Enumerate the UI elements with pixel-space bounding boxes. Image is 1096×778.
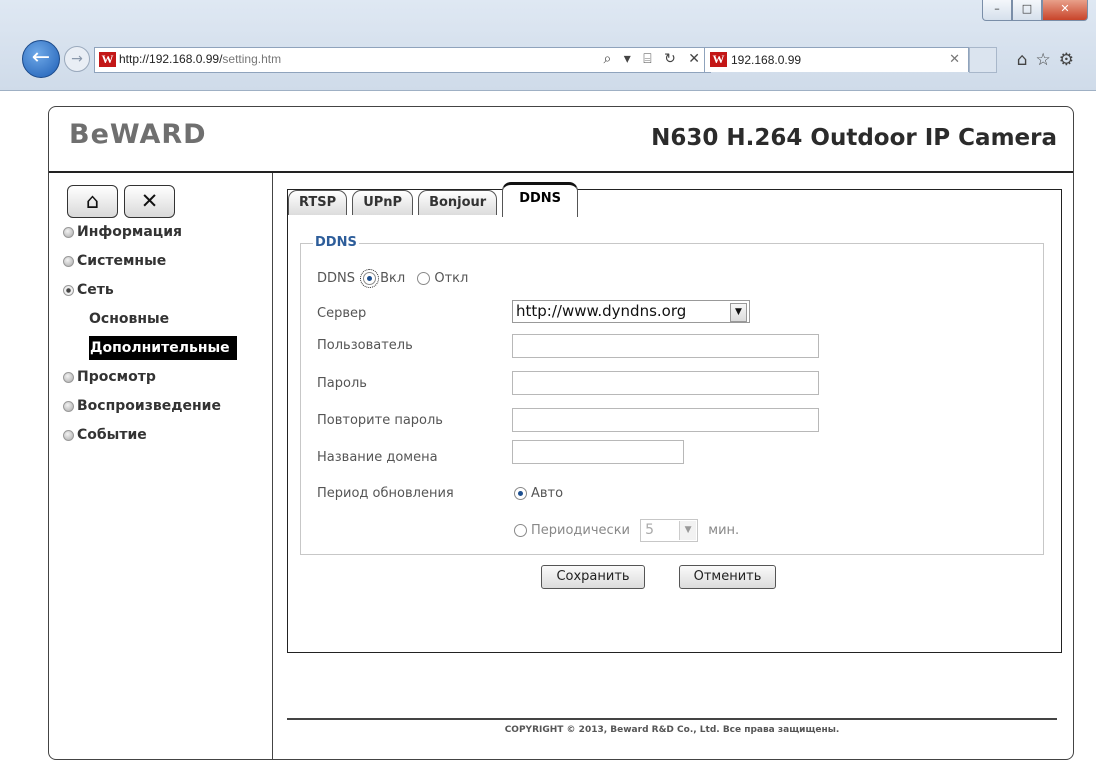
tab-ddns[interactable]: DDNS <box>502 182 579 217</box>
tab-rtsp[interactable]: RTSP <box>288 190 348 215</box>
settings-button[interactable]: ✕ <box>124 185 175 218</box>
cancel-button[interactable]: Отменить <box>679 565 776 589</box>
repeat-password-input[interactable] <box>512 408 819 432</box>
password-input[interactable] <box>512 371 819 395</box>
sidebar-item-label: Событие <box>77 427 147 443</box>
chevron-down-icon: ▼ <box>730 303 747 322</box>
sidebar-item-label: Просмотр <box>77 369 156 385</box>
sidebar-item-view[interactable]: Просмотр <box>63 363 268 392</box>
minutes-unit-label: мин. <box>708 523 740 538</box>
browser-chrome: – □ ✕ ← → W http://192.168.0.99/setting.… <box>0 0 1096 91</box>
bullet-icon <box>63 430 74 441</box>
fieldset-legend: DDNS <box>313 235 359 250</box>
repeat-password-label: Повторите пароль <box>317 413 443 428</box>
sidebar-subitem-label: Дополнительные <box>89 336 237 360</box>
camera-model-title: N630 H.264 Outdoor IP Camera <box>651 125 1057 151</box>
footer-divider <box>287 718 1057 720</box>
sidebar-item-playback[interactable]: Воспроизведение <box>63 392 268 421</box>
auto-radio[interactable] <box>514 487 527 500</box>
forward-arrow-icon[interactable]: → <box>64 46 90 72</box>
ddns-off-radio[interactable] <box>417 272 431 285</box>
period-minutes-value: 5 <box>645 522 655 538</box>
browser-toolbar-icons: ⌂☆⚙ <box>1017 50 1082 70</box>
settings-panel: RTSP UPnP Bonjour DDNS DDNS DDNS Вкл Отк… <box>287 182 1062 653</box>
sidebar-item-label: Сеть <box>77 282 114 298</box>
ddns-label: DDNS <box>317 271 355 286</box>
periodic-label: Периодически <box>531 523 630 538</box>
user-label: Пользователь <box>317 338 413 353</box>
new-tab-button[interactable] <box>969 47 997 73</box>
server-label: Сервер <box>317 306 367 321</box>
tab-title: 192.168.0.99 <box>731 53 802 67</box>
sidebar-item-label: Информация <box>77 224 182 240</box>
sidebar-icon-buttons: ⌂ ✕ <box>67 185 175 218</box>
sidebar-item-label: Системные <box>77 253 167 269</box>
sidebar-item-system[interactable]: Системные <box>63 247 268 276</box>
bullet-icon <box>63 401 74 412</box>
periodic-option: Периодически 5 ▼ мин. <box>514 519 739 542</box>
copyright-text: COPYRIGHT © 2013, Beward R&D Co., Ltd. В… <box>504 725 840 735</box>
star-icon[interactable]: ☆ <box>1036 50 1059 70</box>
tab-favicon-icon: W <box>710 52 727 67</box>
periodic-radio[interactable] <box>514 524 527 537</box>
beward-logo: BeWARD <box>69 119 207 150</box>
bullet-icon <box>63 256 74 267</box>
window-controls: – □ ✕ <box>982 0 1088 21</box>
domain-label: Название домена <box>317 450 438 465</box>
home-button[interactable]: ⌂ <box>67 185 118 218</box>
tab-bar: RTSP UPnP Bonjour DDNS <box>288 182 583 217</box>
back-arrow-icon[interactable]: ← <box>22 40 60 78</box>
address-url: http://192.168.0.99/setting.htm <box>119 52 281 66</box>
sidebar-subitem-advanced[interactable]: Дополнительные <box>89 334 268 363</box>
sidebar-menu: Информация Системные Сеть Основные Допол… <box>63 218 268 450</box>
tools-icon: ✕ <box>140 189 159 213</box>
save-button[interactable]: Сохранить <box>541 565 645 589</box>
update-period-label: Период обновления <box>317 486 454 501</box>
chevron-down-icon: ▼ <box>679 521 697 540</box>
url-path: setting.htm <box>222 52 282 66</box>
home-icon[interactable]: ⌂ <box>1017 50 1036 70</box>
user-input[interactable] <box>512 334 819 358</box>
ddns-on-label: Вкл <box>380 271 406 286</box>
auto-option: Авто <box>514 486 563 501</box>
navigation-bar: ← → W http://192.168.0.99/setting.htm ⌕ … <box>22 38 1092 78</box>
ddns-fieldset: DDNS DDNS Вкл Откл Сервер http://www.dyn… <box>300 235 1044 555</box>
server-select-value: http://www.dyndns.org <box>516 302 687 320</box>
server-select[interactable]: http://www.dyndns.org ▼ <box>512 300 750 323</box>
ddns-toggle-row: DDNS Вкл Откл <box>317 269 469 288</box>
ddns-on-radio[interactable] <box>360 269 380 288</box>
bullet-icon <box>63 372 74 383</box>
camera-web-interface: BeWARD N630 H.264 Outdoor IP Camera ⌂ ✕ … <box>48 106 1074 760</box>
minimize-button[interactable]: – <box>982 0 1012 21</box>
password-label: Пароль <box>317 376 367 391</box>
page-header: BeWARD N630 H.264 Outdoor IP Camera <box>49 107 1073 173</box>
sidebar-subitem-label: Основные <box>89 311 170 327</box>
maximize-button[interactable]: □ <box>1012 0 1042 21</box>
period-minutes-select[interactable]: 5 ▼ <box>640 519 699 542</box>
domain-input[interactable] <box>512 440 684 464</box>
sidebar-item-network[interactable]: Сеть <box>63 276 268 305</box>
address-bar[interactable]: W http://192.168.0.99/setting.htm ⌕ ▾ ⌸ … <box>94 47 711 73</box>
sidebar: ⌂ ✕ Информация Системные Сеть Основные Д… <box>49 173 273 759</box>
sidebar-item-label: Воспроизведение <box>77 398 221 414</box>
browser-tab[interactable]: W 192.168.0.99 ✕ <box>704 47 969 72</box>
close-window-button[interactable]: ✕ <box>1042 0 1088 21</box>
close-tab-icon[interactable]: ✕ <box>949 52 960 67</box>
address-tools-icons[interactable]: ⌕ ▾ ⌸ ↻ ✕ <box>603 51 704 67</box>
tab-upnp[interactable]: UPnP <box>352 190 414 215</box>
sidebar-item-info[interactable]: Информация <box>63 218 268 247</box>
sidebar-item-event[interactable]: Событие <box>63 421 268 450</box>
site-favicon-icon: W <box>99 52 116 67</box>
bullet-expanded-icon <box>63 285 74 296</box>
url-host: http://192.168.0.99/ <box>119 52 223 66</box>
home-icon: ⌂ <box>85 189 100 213</box>
auto-label: Авто <box>531 486 564 501</box>
bullet-icon <box>63 227 74 238</box>
gear-icon[interactable]: ⚙ <box>1059 50 1082 70</box>
ddns-off-label: Откл <box>434 271 469 286</box>
tab-bonjour[interactable]: Bonjour <box>418 190 498 215</box>
sidebar-subitem-basic[interactable]: Основные <box>63 305 268 334</box>
